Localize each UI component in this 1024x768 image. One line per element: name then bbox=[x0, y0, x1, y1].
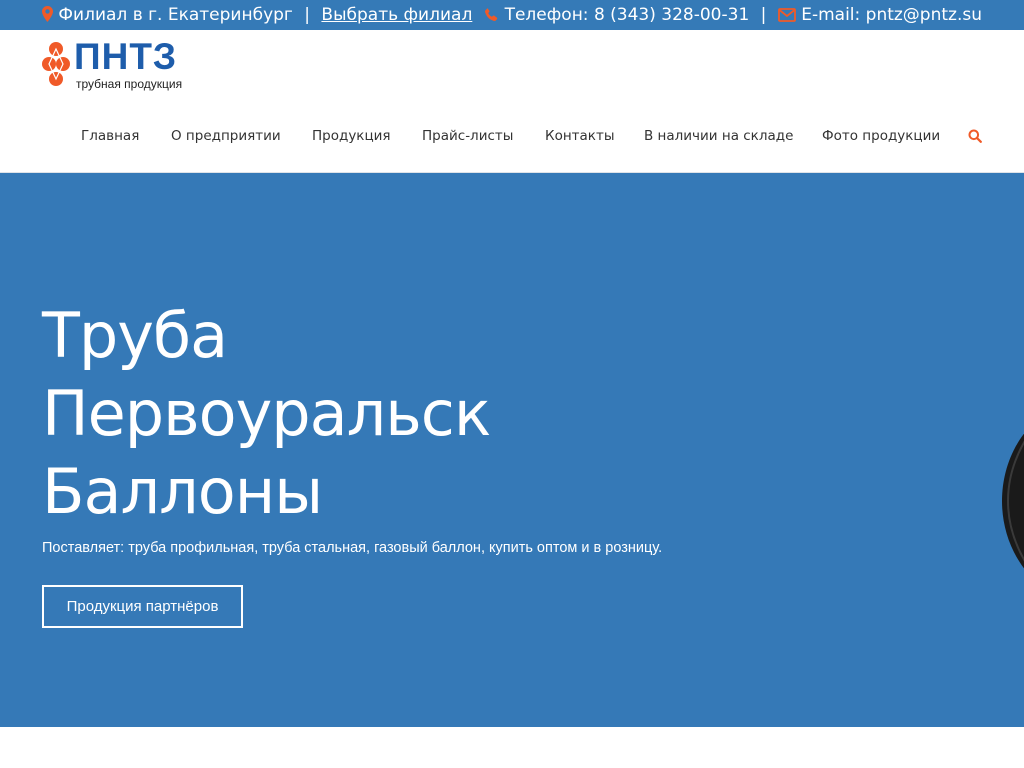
nav-item-photos[interactable]: Фото продукции bbox=[822, 126, 940, 146]
nav-item-contacts[interactable]: Контакты bbox=[545, 126, 614, 146]
header: ПНТЗ трубная продукция Главная О предпри… bbox=[0, 30, 1024, 173]
nav-item-home[interactable]: Главная bbox=[81, 126, 139, 146]
partner-products-button[interactable]: Продукция партнёров bbox=[42, 585, 243, 628]
divider: | bbox=[304, 5, 311, 25]
select-branch-link[interactable]: Выбрать филиал bbox=[321, 5, 472, 25]
divider: | bbox=[760, 5, 767, 25]
hero-banner: Труба Первоуральск Баллоны Поставляет: т… bbox=[0, 173, 1024, 727]
content-area bbox=[0, 727, 1024, 768]
logo-mark-icon bbox=[42, 42, 70, 86]
hero-description: Поставляет: труба профильная, труба стал… bbox=[42, 540, 663, 556]
logo-subtitle: трубная продукция bbox=[76, 77, 183, 91]
top-bar: Филиал в г. Екатеринбург | Выбрать филиа… bbox=[0, 0, 1024, 30]
nav-item-products[interactable]: Продукция bbox=[312, 126, 391, 146]
logo[interactable]: ПНТЗ трубная продукция bbox=[42, 36, 202, 92]
branch-label: Филиал в г. Екатеринбург bbox=[58, 5, 293, 25]
main-nav: Главная О предприятии Продукция Прайс-ли… bbox=[0, 126, 1024, 148]
hero-title-line: Первоуральск bbox=[42, 377, 491, 450]
nav-item-price-lists[interactable]: Прайс-листы bbox=[422, 126, 513, 146]
search-icon[interactable] bbox=[968, 128, 982, 147]
email-text[interactable]: E-mail: pntz@pntz.su bbox=[801, 5, 982, 25]
gas-cylinder-image bbox=[1002, 433, 1024, 569]
phone-icon bbox=[484, 5, 504, 25]
nav-item-about[interactable]: О предприятии bbox=[171, 126, 281, 146]
hero-title-line: Труба bbox=[42, 299, 228, 372]
contact-info: Телефон: 8 (343) 328-00-31 | E-mail: pnt… bbox=[484, 0, 982, 30]
phone-text[interactable]: Телефон: 8 (343) 328-00-31 bbox=[505, 5, 750, 25]
map-marker-icon bbox=[42, 5, 58, 25]
hero-title-line: Баллоны bbox=[42, 455, 323, 528]
envelope-icon bbox=[777, 5, 801, 25]
branch-info: Филиал в г. Екатеринбург | Выбрать филиа… bbox=[42, 0, 472, 30]
logo-name: ПНТЗ bbox=[74, 36, 178, 77]
hero-title: Труба Первоуральск Баллоны bbox=[42, 297, 491, 531]
nav-item-in-stock[interactable]: В наличии на складе bbox=[644, 126, 793, 146]
